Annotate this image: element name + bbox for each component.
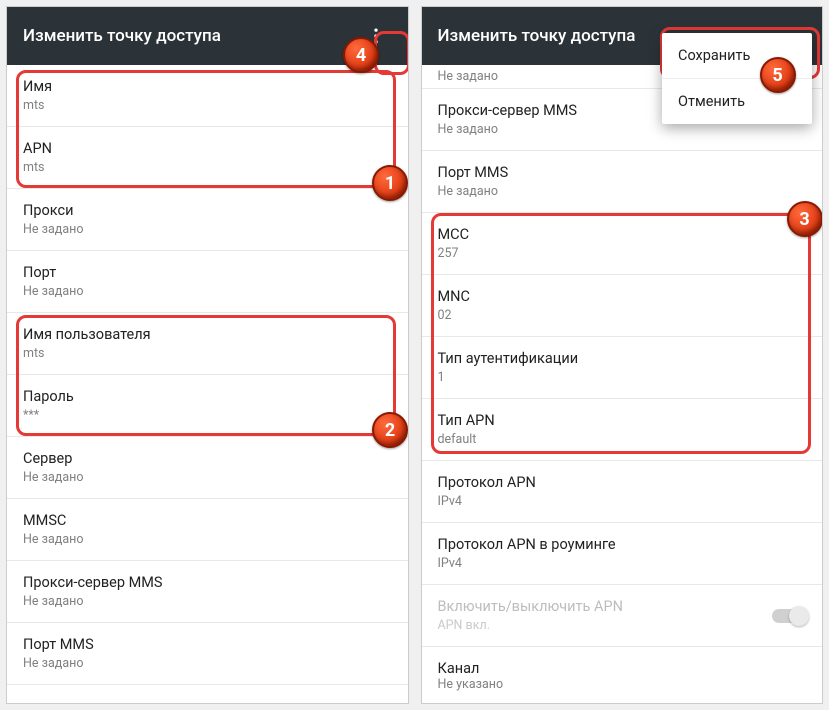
badge-5: 5 (760, 57, 796, 93)
row-auth-type[interactable]: Тип аутентификации1 (422, 337, 823, 399)
row-proxy[interactable]: ПроксиНе задано (7, 189, 408, 251)
row-mmsc[interactable]: MMSCНе задано (7, 499, 408, 561)
page-title: Изменить точку доступа (23, 26, 360, 46)
row-apn-protocol[interactable]: Протокол APNIPv4 (422, 461, 823, 523)
phone-left: Изменить точку доступа Имяmts APNmts Про… (6, 6, 409, 704)
row-name[interactable]: Имяmts (7, 65, 408, 127)
badge-1: 1 (372, 165, 408, 201)
row-apn-type[interactable]: Тип APNdefault (422, 399, 823, 461)
settings-list-right: Не задано Прокси-сервер MMSНе задано Пор… (422, 65, 823, 703)
phone-right: Изменить точку доступа Не задано Прокси-… (421, 6, 824, 704)
row-mms-port[interactable]: Порт MMSНе задано (7, 623, 408, 685)
row-port[interactable]: ПортНе задано (7, 251, 408, 313)
row-channel[interactable]: КаналНе указано (422, 647, 823, 703)
row-username[interactable]: Имя пользователяmts (7, 313, 408, 375)
badge-2: 2 (372, 412, 408, 448)
row-apn-enable: Включить/выключить APN APN вкл. (422, 585, 823, 647)
row-mcc[interactable]: MCC257 (422, 213, 823, 275)
badge-4: 4 (343, 37, 379, 73)
row-password[interactable]: Пароль*** (7, 375, 408, 437)
row-mms-port[interactable]: Порт MMSНе задано (422, 151, 823, 213)
row-apn-roaming-protocol[interactable]: Протокол APN в роумингеIPv4 (422, 523, 823, 585)
badge-3: 3 (787, 201, 823, 237)
row-server[interactable]: СерверНе задано (7, 437, 408, 499)
row-apn[interactable]: APNmts (7, 127, 408, 189)
apn-toggle[interactable] (772, 609, 806, 623)
row-mms-proxy[interactable]: Прокси-сервер MMSНе задано (7, 561, 408, 623)
row-mnc[interactable]: MNC02 (422, 275, 823, 337)
settings-list-left: Имяmts APNmts ПроксиНе задано ПортНе зад… (7, 65, 408, 703)
